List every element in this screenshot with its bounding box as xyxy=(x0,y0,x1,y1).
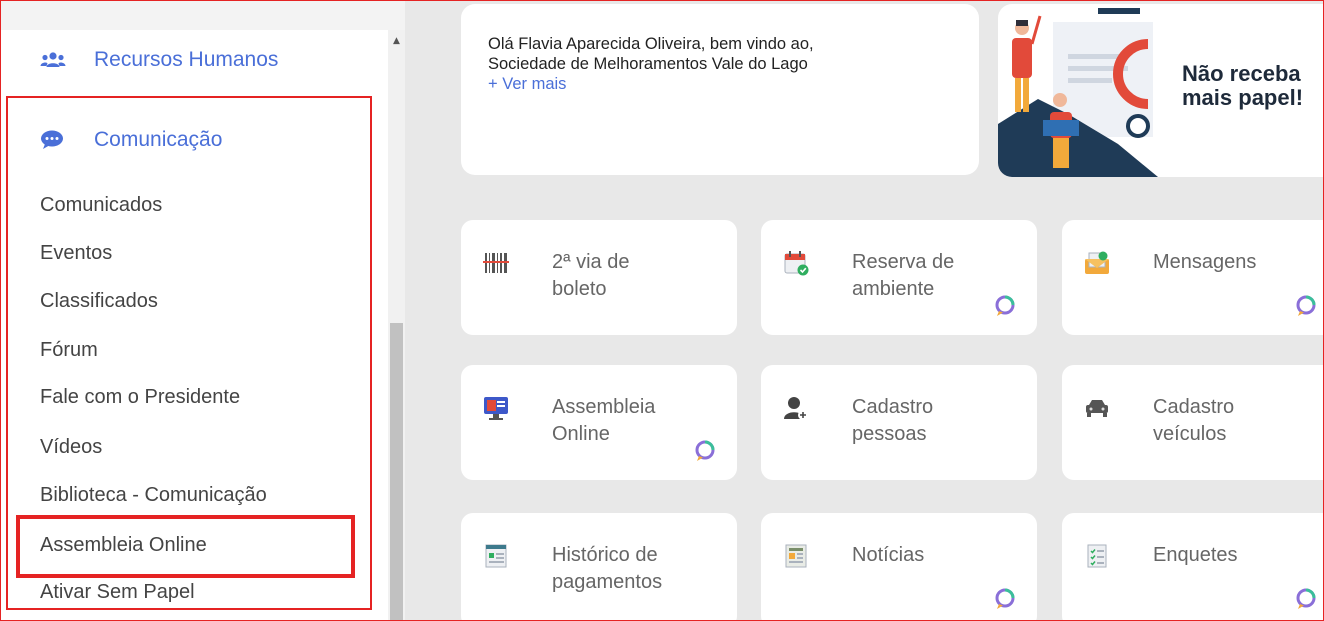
sidebar-item-forum[interactable]: Fórum xyxy=(40,339,98,362)
checklist-icon xyxy=(1084,543,1110,569)
users-icon xyxy=(40,50,66,70)
paperless-banner[interactable]: Não receba mais papel! xyxy=(998,4,1324,177)
monitor-icon xyxy=(483,395,509,421)
tile-segunda-via-boleto[interactable]: 2ª via de boleto xyxy=(461,220,737,335)
chat-bubble-icon xyxy=(40,130,66,150)
main-content: Olá Flavia Aparecida Oliveira, bem vindo… xyxy=(405,0,1324,621)
tile-label: Mensagens xyxy=(1153,251,1257,273)
scroll-up-arrow-icon[interactable]: ▲ xyxy=(388,34,405,48)
sidebar-item-assembleia-online[interactable]: Assembleia Online xyxy=(40,534,207,557)
chat-ring-icon xyxy=(993,294,1017,318)
sidebar-section-recursos-humanos[interactable]: Recursos Humanos xyxy=(40,48,278,72)
add-person-icon xyxy=(783,395,809,421)
tile-cadastro-pessoas[interactable]: Cadastro pessoas xyxy=(761,365,1037,480)
tile-reserva-de-ambiente[interactable]: Reserva de ambiente xyxy=(761,220,1037,335)
sidebar-section-label: Recursos Humanos xyxy=(94,48,279,71)
paperless-banner-text: Não receba mais papel! xyxy=(1182,62,1303,110)
tile-label: Enquetes xyxy=(1153,544,1238,566)
sidebar-scrollbar[interactable]: ▲ xyxy=(388,30,405,621)
chat-ring-icon xyxy=(1294,294,1318,318)
receipt-icon xyxy=(483,543,509,569)
tile-label: Histórico de pagamentos xyxy=(552,544,663,593)
tile-noticias[interactable]: Notícias xyxy=(761,513,1037,621)
scrollbar-thumb[interactable] xyxy=(390,323,403,621)
tile-label: Cadastro veículos xyxy=(1153,396,1235,445)
car-icon xyxy=(1084,395,1110,421)
banner-line-1: Não receba xyxy=(1182,61,1301,86)
calendar-check-icon xyxy=(783,250,809,276)
tile-mensagens[interactable]: Mensagens xyxy=(1062,220,1324,335)
tile-enquetes[interactable]: Enquetes xyxy=(1062,513,1324,621)
sidebar-item-eventos[interactable]: Eventos xyxy=(40,242,112,265)
sidebar-section-comunicacao[interactable]: Comunicação xyxy=(40,128,222,152)
tile-label: 2ª via de boleto xyxy=(552,251,630,300)
sidebar-item-comunicados[interactable]: Comunicados xyxy=(40,194,162,217)
tile-assembleia-online[interactable]: Assembleia Online xyxy=(461,365,737,480)
sidebar-item-fale-com-o-presidente[interactable]: Fale com o Presidente xyxy=(40,386,240,409)
welcome-card: Olá Flavia Aparecida Oliveira, bem vindo… xyxy=(461,4,979,175)
sidebar-section-label: Comunicação xyxy=(94,128,223,151)
tile-label: Notícias xyxy=(852,544,925,566)
sidebar-topbar xyxy=(0,0,405,30)
sidebar-item-videos[interactable]: Vídeos xyxy=(40,436,102,459)
chat-ring-icon xyxy=(1294,587,1318,611)
tile-historico-de-pagamentos[interactable]: Histórico de pagamentos xyxy=(461,513,737,621)
newspaper-icon xyxy=(783,543,809,569)
barcode-icon xyxy=(483,250,509,276)
welcome-organization: Sociedade de Melhoramentos Vale do Lago xyxy=(488,55,808,73)
chat-ring-icon xyxy=(993,587,1017,611)
welcome-greeting: Olá Flavia Aparecida Oliveira, bem vindo… xyxy=(488,35,814,53)
sidebar-item-biblioteca-comunicacao[interactable]: Biblioteca - Comunicação xyxy=(40,484,267,507)
sidebar: Recursos Humanos Comunicação Comunicados… xyxy=(0,0,405,621)
envelope-icon xyxy=(1084,250,1110,276)
sidebar-item-ativar-sem-papel[interactable]: Ativar Sem Papel xyxy=(40,581,195,604)
chat-ring-icon xyxy=(693,439,717,463)
banner-line-2: mais papel! xyxy=(1182,85,1304,110)
sidebar-item-classificados[interactable]: Classificados xyxy=(40,290,158,313)
tile-label: Cadastro pessoas xyxy=(852,396,934,445)
see-more-link[interactable]: + Ver mais xyxy=(488,74,979,94)
tile-cadastro-veiculos[interactable]: Cadastro veículos xyxy=(1062,365,1324,480)
